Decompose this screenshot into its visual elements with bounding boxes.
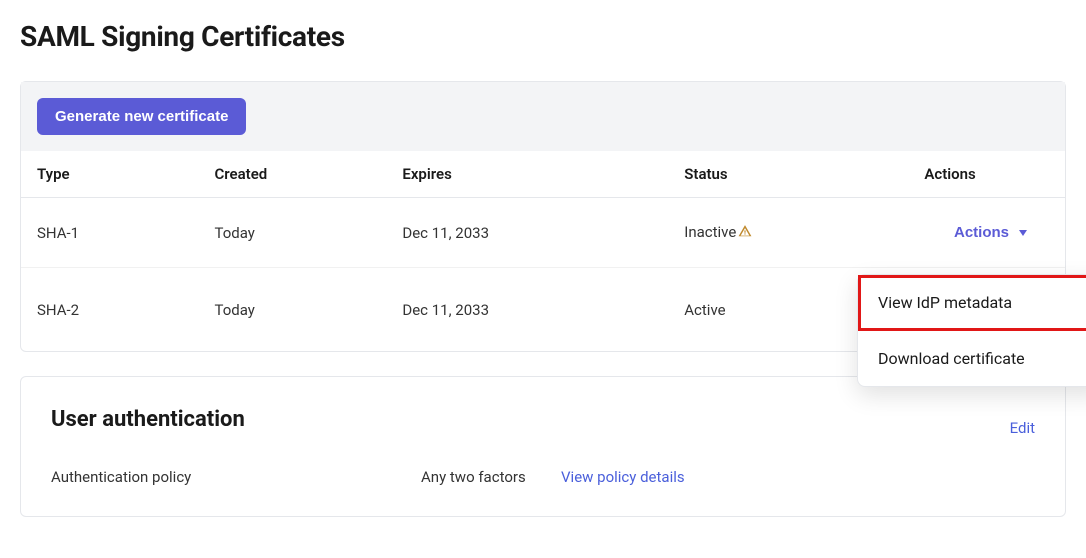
certificates-card: Generate new certificate Type Created Ex… (20, 81, 1066, 352)
cell-type: SHA-1 (21, 198, 198, 268)
generate-certificate-button[interactable]: Generate new certificate (37, 98, 246, 135)
actions-dropdown-menu: View IdP metadata Download certificate (857, 274, 1086, 387)
card-toolbar: Generate new certificate (21, 82, 1065, 151)
th-created: Created (198, 151, 386, 198)
user-authentication-card: Edit User authentication Authentication … (20, 376, 1066, 517)
view-policy-details-link[interactable]: View policy details (561, 468, 685, 486)
cell-expires: Dec 11, 2033 (386, 198, 668, 268)
chevron-down-icon (1019, 230, 1027, 236)
auth-policy-label: Authentication policy (51, 468, 421, 486)
cell-status: Inactive (668, 198, 908, 268)
th-status: Status (668, 151, 908, 198)
actions-dropdown-button[interactable]: Actions (940, 216, 1041, 249)
actions-label: Actions (954, 224, 1009, 241)
cell-created: Today (198, 268, 386, 352)
warning-icon (738, 224, 752, 242)
status-text: Inactive (684, 223, 736, 241)
dropdown-item-download-certificate[interactable]: Download certificate (858, 331, 1086, 386)
cell-expires: Dec 11, 2033 (386, 268, 668, 352)
page-title: SAML Signing Certificates (20, 20, 1066, 53)
cell-created: Today (198, 198, 386, 268)
dropdown-item-view-idp-metadata[interactable]: View IdP metadata (858, 275, 1086, 331)
auth-title: User authentication (51, 407, 1035, 432)
th-type: Type (21, 151, 198, 198)
auth-policy-row: Authentication policy Any two factors Vi… (51, 468, 1035, 486)
table-header-row: Type Created Expires Status Actions (21, 151, 1065, 198)
th-expires: Expires (386, 151, 668, 198)
edit-link[interactable]: Edit (1010, 419, 1035, 437)
th-actions: Actions (908, 151, 1065, 198)
table-row: SHA-1 Today Dec 11, 2033 Inactive Action… (21, 198, 1065, 268)
auth-policy-value: Any two factors (421, 468, 561, 486)
cell-actions: Actions (908, 198, 1065, 268)
cell-type: SHA-2 (21, 268, 198, 352)
